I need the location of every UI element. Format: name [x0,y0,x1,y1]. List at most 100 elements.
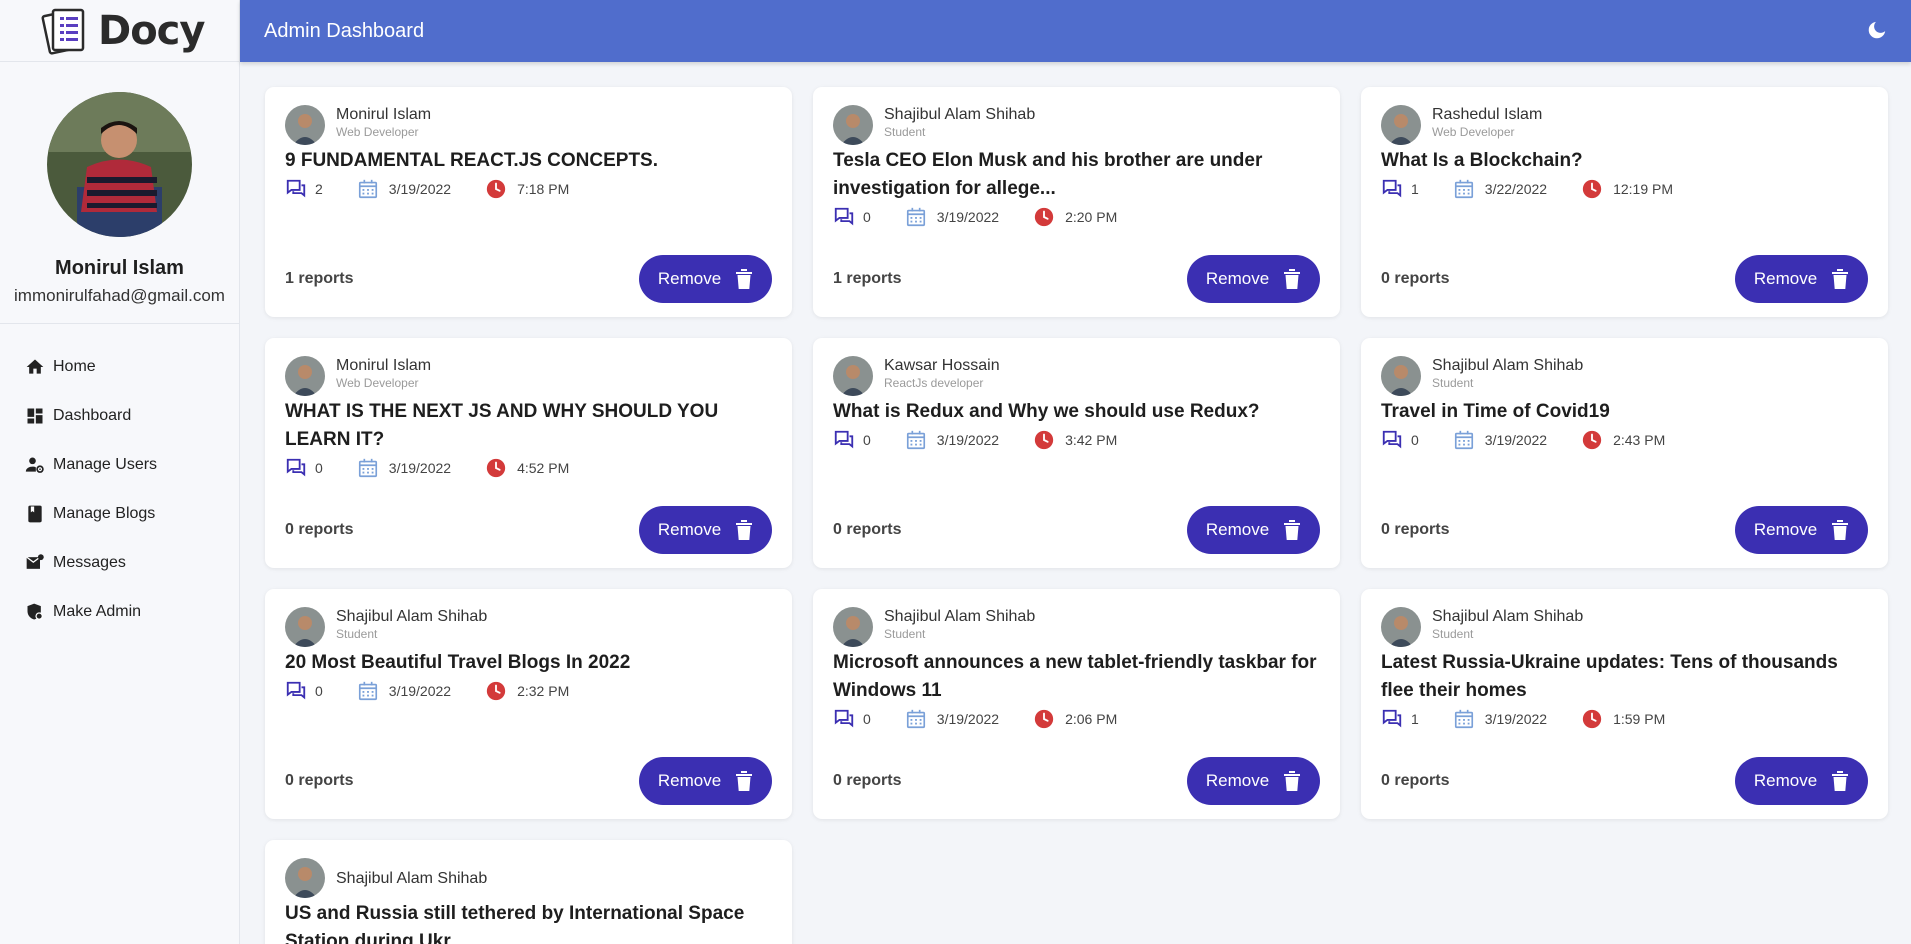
blog-date: 3/19/2022 [1484,432,1548,448]
clock-icon [1034,430,1054,450]
remove-label: Remove [1753,520,1818,539]
author-name: Shajibul Alam Shihab [884,608,1036,625]
comments-icon [286,681,306,700]
blog-title[interactable]: US and Russia still tethered by Internat… [285,900,772,944]
blog-title[interactable]: What is Redux and Why we should use Redu… [833,398,1320,426]
report-count: 1 reports [285,270,354,287]
author-role: Student [884,125,926,139]
profile-email: immonirulfahad@gmail.com [14,286,225,305]
brand-name: Docy [98,7,205,54]
sidebar-item-manage-blogs[interactable]: Manage Blogs [0,489,239,538]
sidebar-item-dashboard[interactable]: Dashboard [0,391,239,440]
blog-author: Shajibul Alam Shihab Student [1381,356,1868,396]
sidebar-item-make-admin[interactable]: Make Admin [0,587,239,636]
author-name: Shajibul Alam Shihab [1432,608,1584,625]
trash-icon [1832,269,1849,289]
sidebar-nav: Home Dashboard Manage Users Manage Blogs… [0,324,239,636]
blog-title[interactable]: Tesla CEO Elon Musk and his brother are … [833,147,1320,203]
comment-count: 1 [1411,711,1419,727]
remove-button[interactable]: Remove [1187,255,1320,303]
author-name: Shajibul Alam Shihab [336,608,488,625]
blog-title[interactable]: What Is a Blockchain? [1381,147,1868,175]
blog-time: 2:20 PM [1065,209,1118,225]
remove-button[interactable]: Remove [1187,506,1320,554]
clock-icon [1034,709,1054,729]
sidebar-item-home[interactable]: Home [0,342,239,391]
author-name: Monirul Islam [336,106,432,123]
comments-icon [1382,430,1402,449]
comment-count: 0 [863,432,871,448]
blog-author: Kawsar Hossain ReactJs developer [833,356,1320,396]
card-footer: 0 reports Remove [1381,506,1868,554]
report-count: 0 reports [1381,270,1450,287]
blog-time: 3:42 PM [1065,432,1118,448]
blog-card: Rashedul Islam Web Developer What Is a B… [1361,87,1888,317]
report-count: 0 reports [1381,772,1450,789]
clock-icon [1034,207,1054,227]
author-role: ReactJs developer [884,376,984,390]
remove-button[interactable]: Remove [1187,757,1320,805]
blog-author: Monirul Islam Web Developer [285,105,772,145]
blog-title[interactable]: 9 FUNDAMENTAL REACT.JS CONCEPTS. [285,147,772,175]
blog-title[interactable]: 20 Most Beautiful Travel Blogs In 2022 [285,649,772,677]
trash-icon [1284,520,1301,540]
blog-meta: 0 3/19/2022 2:43 PM [1381,428,1868,452]
sidebar-item-messages[interactable]: Messages [0,538,239,587]
profile-card: Monirul Islam immonirulfahad@gmail.com [0,62,239,324]
calendar-icon [358,458,377,478]
author-avatar [833,356,873,396]
blog-author: Shajibul Alam Shihab Student [1381,607,1868,647]
blog-date: 3/19/2022 [936,711,1000,727]
calendar-icon [1454,430,1473,450]
blog-title[interactable]: Latest Russia-Ukraine updates: Tens of t… [1381,649,1868,705]
remove-button[interactable]: Remove [639,506,772,554]
blog-title[interactable]: Microsoft announces a new tablet-friendl… [833,649,1320,705]
clock-icon [1582,430,1602,450]
trash-icon [736,269,753,289]
remove-label: Remove [657,269,722,288]
author-name: Shajibul Alam Shihab [884,106,1036,123]
remove-button[interactable]: Remove [1735,506,1868,554]
trash-icon [736,771,753,791]
author-role: Student [1432,627,1474,641]
author-avatar [285,607,325,647]
moon-icon[interactable] [1865,20,1887,42]
users-gear-icon [25,457,44,473]
author-role: Student [884,627,926,641]
blog-date: 3/19/2022 [1484,711,1548,727]
blog-card: Shajibul Alam Shihab Student Travel in T… [1361,338,1888,568]
comments-icon [286,458,306,477]
sidebar-item-manage-users[interactable]: Manage Users [0,440,239,489]
remove-button[interactable]: Remove [639,255,772,303]
clock-icon [1582,179,1602,199]
sidebar-item-label: Make Admin [53,602,142,620]
page-title: Admin Dashboard [264,19,425,42]
card-footer: 0 reports Remove [1381,255,1868,303]
blog-date: 3/19/2022 [388,683,452,699]
clock-icon [486,681,506,701]
blog-card: Shajibul Alam Shihab Student Latest Russ… [1361,589,1888,819]
author-avatar [833,105,873,145]
profile-avatar [47,92,192,237]
blog-title[interactable]: Travel in Time of Covid19 [1381,398,1868,426]
blog-meta: 0 3/19/2022 2:06 PM [833,707,1320,731]
blog-title[interactable]: WHAT IS THE NEXT JS AND WHY SHOULD YOU L… [285,398,772,454]
author-name: Shajibul Alam Shihab [1432,357,1584,374]
card-footer: 1 reports Remove [833,255,1320,303]
trash-icon [1832,771,1849,791]
clock-icon [486,179,506,199]
calendar-icon [1454,709,1473,729]
blog-author: Rashedul Islam Web Developer [1381,105,1868,145]
trash-icon [1284,269,1301,289]
sidebar-item-label: Messages [53,553,126,571]
calendar-icon [1454,179,1473,199]
remove-button[interactable]: Remove [1735,757,1868,805]
remove-button[interactable]: Remove [1735,255,1868,303]
blog-card: Monirul Islam Web Developer WHAT IS THE … [265,338,792,568]
blog-date: 3/19/2022 [936,432,1000,448]
brand[interactable]: Docy [0,0,239,62]
calendar-icon [906,207,925,227]
remove-button[interactable]: Remove [639,757,772,805]
card-footer: 0 reports Remove [833,757,1320,805]
blog-meta: 0 3/19/2022 4:52 PM [285,456,772,480]
